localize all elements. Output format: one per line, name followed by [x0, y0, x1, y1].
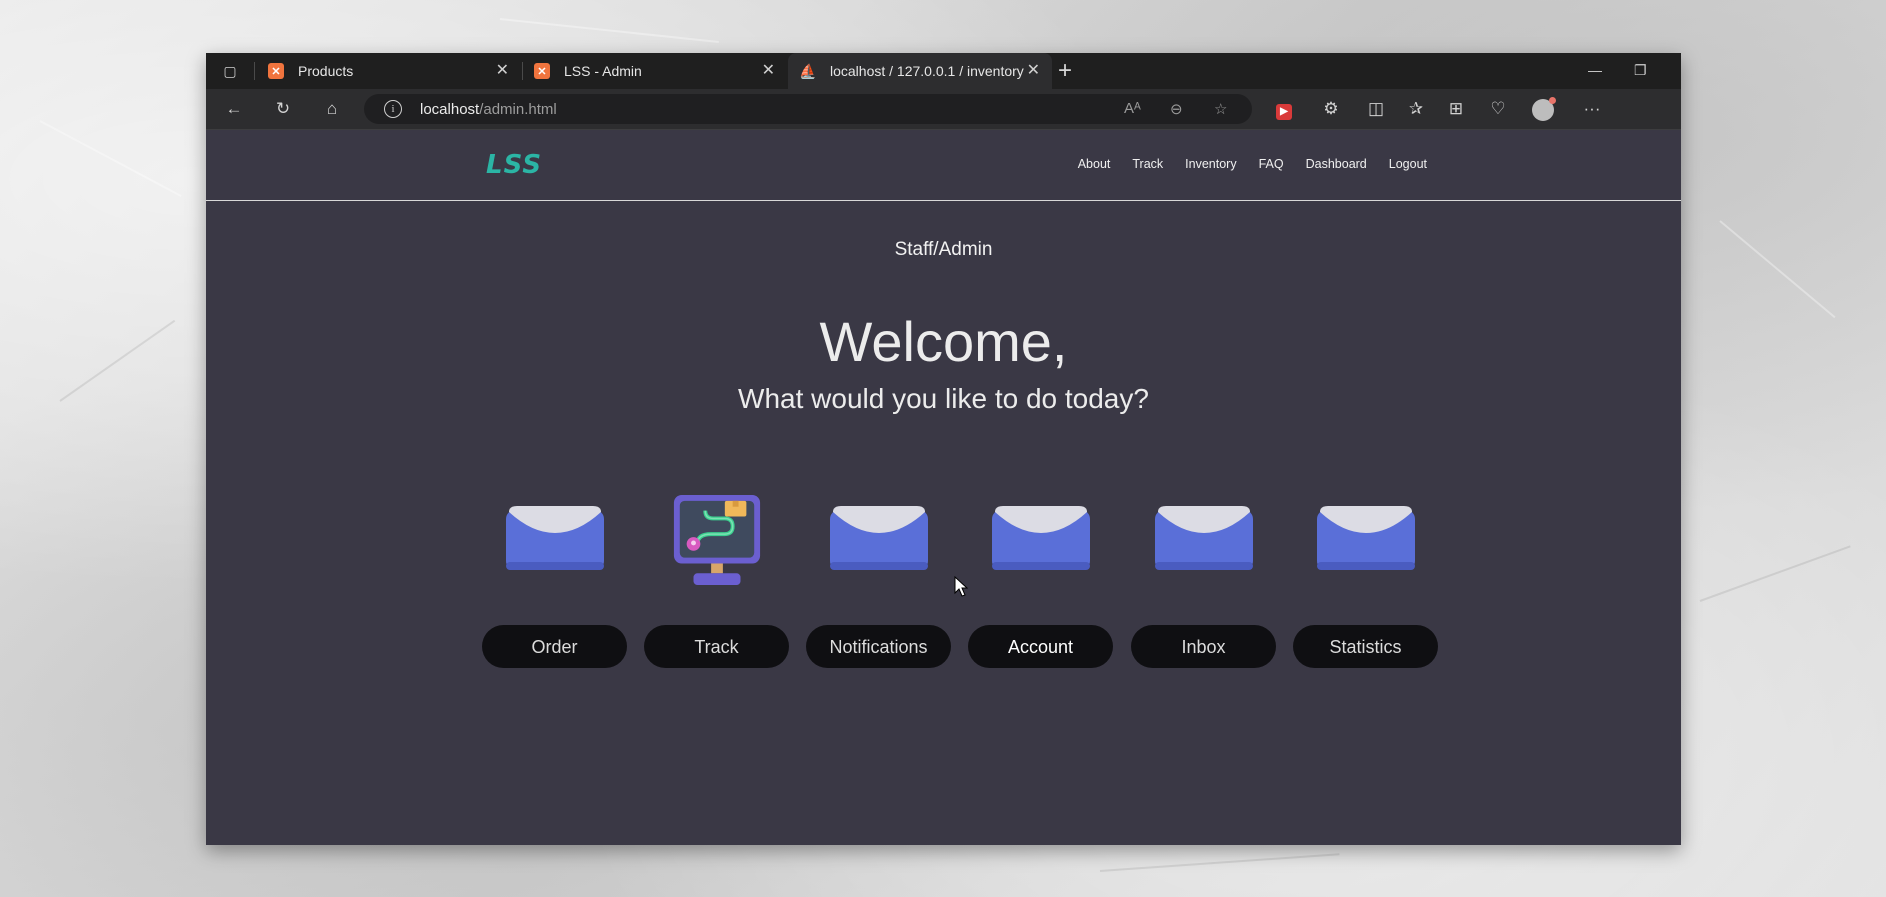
tab-title: localhost / 127.0.0.1 / inventory /	[830, 63, 1026, 79]
tab-actions-icon[interactable]: ▢	[220, 61, 240, 81]
main-content: Staff/Admin Welcome, What would you like…	[206, 201, 1681, 845]
nav-faq[interactable]: FAQ	[1259, 157, 1284, 171]
address-bar[interactable]: i localhost/admin.html Aᴬ ⊖ ☆	[364, 94, 1252, 124]
tracking-monitor-icon	[673, 494, 761, 586]
xampp-icon: ✕	[268, 63, 284, 79]
info-icon[interactable]: i	[384, 100, 402, 118]
tab-products[interactable]: ✕ Products ✕	[256, 53, 521, 89]
collections-icon[interactable]: ⊞	[1446, 99, 1466, 119]
welcome-subtitle: What would you like to do today?	[738, 383, 1149, 414]
browser-toolbar: ← ↻ ⌂ i localhost/admin.html Aᴬ ⊖ ☆ ▶ ⚙ …	[206, 89, 1681, 130]
split-screen-icon[interactable]: ◫	[1366, 99, 1386, 119]
account-button[interactable]: Account	[968, 625, 1113, 668]
track-button[interactable]: Track	[644, 625, 789, 668]
order-button[interactable]: Order	[482, 625, 627, 668]
phpmyadmin-icon: ⛵	[799, 62, 817, 79]
zoom-out-icon[interactable]: ⊖	[1170, 100, 1183, 118]
nav-about[interactable]: About	[1078, 157, 1111, 171]
statistics-button[interactable]: Statistics	[1293, 625, 1438, 668]
site-nav: About Track Inventory FAQ Dashboard Logo…	[1078, 157, 1427, 171]
profile-avatar-icon[interactable]	[1532, 97, 1556, 121]
read-aloud-icon[interactable]: Aᴬ	[1124, 100, 1141, 117]
site-logo[interactable]: LSS	[486, 150, 542, 180]
mouse-cursor-icon	[954, 576, 968, 597]
nav-dashboard[interactable]: Dashboard	[1306, 157, 1367, 171]
envelope-icon	[1317, 506, 1415, 570]
favorite-star-icon[interactable]: ☆	[1214, 100, 1227, 118]
site-header: LSS About Track Inventory FAQ Dashboard …	[206, 130, 1681, 201]
tab-phpmyadmin[interactable]: ⛵ localhost / 127.0.0.1 / inventory / ✕	[788, 53, 1052, 89]
nav-inventory[interactable]: Inventory	[1185, 157, 1236, 171]
home-icon[interactable]: ⌂	[322, 99, 342, 119]
minimize-icon[interactable]: —	[1588, 62, 1602, 78]
tab-lss-admin[interactable]: ✕ LSS - Admin ✕	[522, 53, 787, 89]
refresh-icon[interactable]: ↻	[273, 99, 293, 119]
envelope-icon	[506, 506, 604, 570]
action-card-inbox: Inbox	[1131, 487, 1277, 697]
extensions-icon[interactable]: ⚙	[1321, 99, 1341, 119]
nav-logout[interactable]: Logout	[1389, 157, 1427, 171]
url-host: localhost	[420, 100, 480, 118]
favorites-icon[interactable]: ✰	[1406, 99, 1426, 119]
close-icon[interactable]: ✕	[496, 62, 509, 80]
close-icon[interactable]: ✕	[1027, 62, 1040, 80]
inbox-button[interactable]: Inbox	[1131, 625, 1276, 668]
action-card-account: Account	[968, 487, 1114, 697]
welcome-heading: Welcome,	[819, 310, 1068, 373]
new-tab-icon[interactable]: +	[1058, 57, 1072, 85]
xampp-icon: ✕	[534, 63, 550, 79]
back-icon[interactable]: ←	[224, 99, 244, 119]
action-card-track: Track	[644, 487, 790, 697]
browser-window: ▢ ✕ Products ✕ ✕ LSS - Admin ✕ ⛵ localho…	[206, 53, 1681, 845]
tab-bar: ▢ ✕ Products ✕ ✕ LSS - Admin ✕ ⛵ localho…	[206, 53, 1681, 89]
notifications-button[interactable]: Notifications	[806, 625, 951, 668]
role-label: Staff/Admin	[894, 239, 993, 260]
action-card-order: Order	[482, 487, 628, 697]
restore-icon[interactable]: ❐	[1634, 62, 1647, 79]
envelope-icon	[830, 506, 928, 570]
action-card-statistics: Statistics	[1293, 487, 1439, 697]
more-options-icon[interactable]: ···	[1582, 99, 1602, 119]
url-path: /admin.html	[479, 100, 557, 118]
extension-red-icon[interactable]: ▶	[1274, 99, 1294, 120]
close-icon[interactable]: ✕	[762, 62, 775, 80]
browser-essentials-icon[interactable]: ♡	[1488, 99, 1508, 119]
action-card-notifications: Notifications	[806, 487, 952, 697]
envelope-icon	[992, 506, 1090, 570]
nav-track[interactable]: Track	[1132, 157, 1163, 171]
tab-title: Products	[298, 63, 354, 79]
tab-title: LSS - Admin	[564, 63, 642, 79]
envelope-icon	[1155, 506, 1253, 570]
